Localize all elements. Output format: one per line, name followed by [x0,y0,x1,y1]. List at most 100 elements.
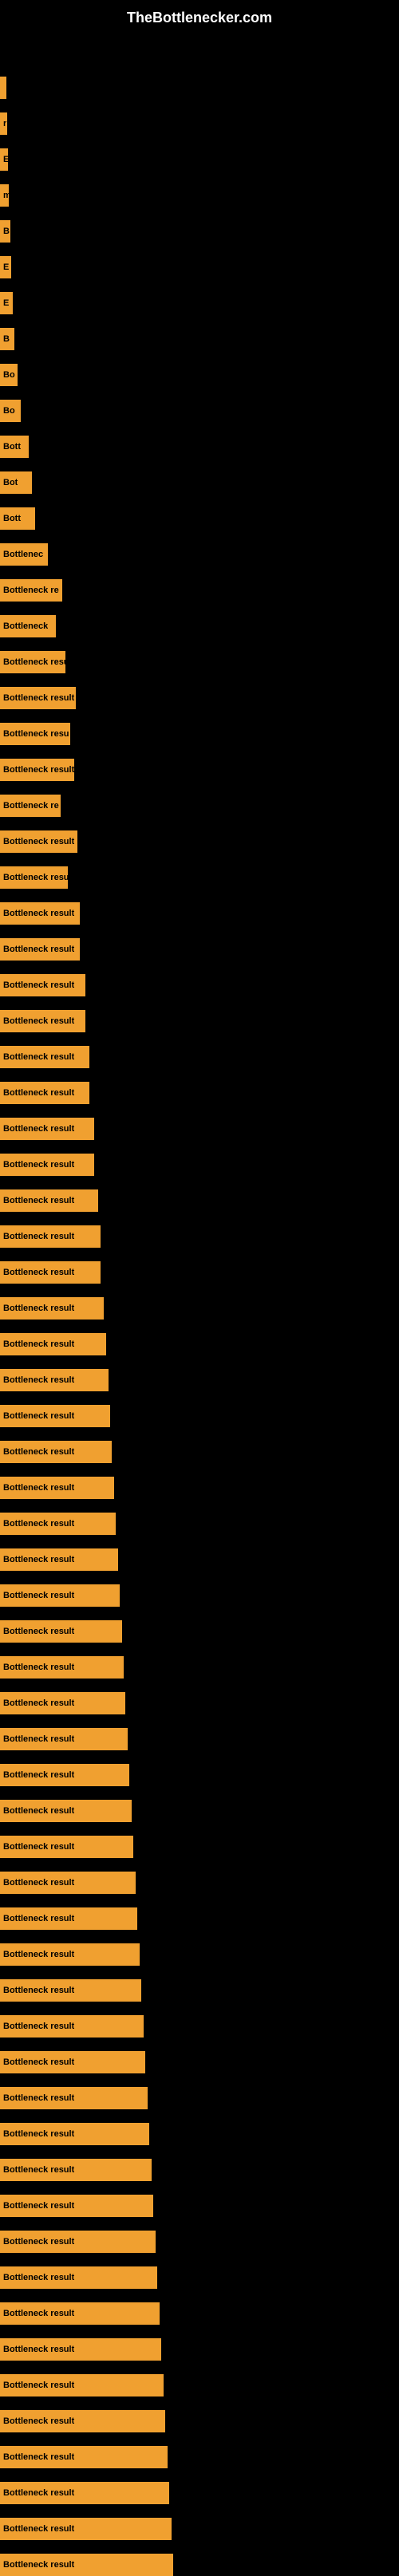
bar-label: Bottleneck result [3,1016,74,1026]
bar-label: Bottleneck result [3,837,74,846]
bar-item: Bottleneck re [0,795,61,817]
bar-label: Bottleneck resu [3,873,68,882]
bar-label: r [3,119,6,128]
bar-label: Bottleneck [3,621,48,631]
bar-item: Bottleneck result [0,1728,128,1750]
bar-label: Bottleneck result [3,1124,74,1134]
bar-label: Bottleneck result [3,2560,74,2570]
bar-label: Bottleneck result [3,1519,74,1529]
bar-item: Bottleneck re [0,579,62,602]
bar-item: Bottleneck result [0,759,74,781]
bar-item: Bottleneck result [0,687,76,709]
bar-item: Bottleneck resu [0,866,68,889]
bar-item: Bottleneck result [0,1548,118,1571]
bar-label: Bottleneck result [3,765,74,775]
bar-label: Bottleneck result [3,1375,74,1385]
bar-item: Bottleneck result [0,1943,140,1966]
bar-item: Bottleneck result [0,2410,165,2432]
bar-label: Bottleneck result [3,1950,74,1959]
bar-label: Bottleneck result [3,1698,74,1708]
bar-label: Bottleneck result [3,1196,74,1205]
bar-label: Bo [3,406,15,416]
bar-label: Bottleneck result [3,1304,74,1313]
bar-item: Bo [0,400,21,422]
bar-item: Bottleneck [0,615,56,637]
bar-label: Bottleneck result [3,1986,74,1995]
bar-item: Bottleneck result [0,902,80,925]
bar-label: Bottleneck re [3,586,59,595]
bar-label: Bottleneck re [3,801,59,811]
bar-item: Bottleneck result [0,2231,156,2253]
bar-item: Bottleneck result [0,1692,125,1714]
bar-item: Bottleneck result [0,2338,161,2361]
bar-item: Bottleneck result [0,2015,144,2038]
site-title: TheBottlenecker.com [0,0,399,33]
bar-item: Bottleneck result [0,2302,160,2325]
bar-item: Bottleneck result [0,1441,112,1463]
bar-item: Bottleneck result [0,1010,85,1032]
bar-item: Bottleneck result [0,2087,148,2109]
bar-label: Bottlenec [3,550,43,559]
bar-item: Bottleneck result [0,1477,114,1499]
bar-item: Bottleneck result [0,1369,109,1391]
bar-label: Bottleneck result [3,2093,74,2103]
bar-label: Bottleneck result [3,1770,74,1780]
bar-item: E [0,256,11,278]
bar-item: Bottleneck result [0,1800,132,1822]
bar-label: Bottleneck result [3,1088,74,1098]
bar-item: m [0,184,9,207]
bar-item: Bottleneck result [0,1297,104,1320]
bar-label: Bottleneck result [3,2201,74,2211]
bar-item: Bottleneck result [0,1620,122,1643]
bar-item: Bottleneck result [0,1872,136,1894]
bar-label: Bo [3,370,15,380]
bar-item: Bottleneck result [0,2554,173,2576]
bar-item: Bott [0,436,29,458]
bar-item: Bottleneck resu [0,651,65,673]
bar-item: Bottleneck result [0,2266,157,2289]
bar-label: Bottleneck result [3,1555,74,1564]
bar-item: Bottleneck result [0,2482,169,2504]
bar-label: Bottleneck result [3,1411,74,1421]
bar-item: Bottleneck result [0,1405,110,1427]
bar-item: Bottleneck resu [0,723,70,745]
bar-item: Bottleneck result [0,938,80,961]
bar-label: Bott [3,514,21,523]
bar-item: E [0,292,13,314]
bar-item: Bottleneck result [0,2195,153,2217]
bar-item [0,77,6,99]
bar-label: Bottleneck result [3,945,74,954]
bar-item: Bottleneck result [0,1764,129,1786]
bar-item: Bo [0,364,18,386]
bar-label: Bottleneck result [3,2165,74,2175]
bar-item: Bottleneck result [0,974,85,996]
bar-label: Bottleneck result [3,1842,74,1852]
bar-label: Bottleneck result [3,693,74,703]
bar-label: Bottleneck result [3,2452,74,2462]
bar-item: B [0,220,10,243]
bar-item: Bottleneck result [0,830,77,853]
bar-label: Bottleneck result [3,2057,74,2067]
bar-item: Bottleneck result [0,1584,120,1607]
bar-item: Bottleneck result [0,1154,94,1176]
bar-item: B [0,328,14,350]
bar-item: Bottleneck result [0,2374,164,2397]
bar-item: Bottleneck result [0,1189,98,1212]
bar-item: Bottleneck result [0,2159,152,2181]
bar-label: Bottleneck result [3,1627,74,1636]
bar-label: Bottleneck result [3,1914,74,1923]
bar-label: Bottleneck result [3,2381,74,2390]
bar-label: Bottleneck result [3,909,74,918]
bar-label: Bottleneck resu [3,729,69,739]
bar-label: Bottleneck result [3,1734,74,1744]
bar-item: Bottleneck result [0,2518,172,2540]
bar-label: Bottleneck result [3,2488,74,2498]
bar-label: B [3,334,10,344]
bar-label: Bottleneck result [3,1232,74,1241]
bar-item: Bottleneck result [0,1333,106,1355]
bar-label: E [3,155,8,164]
bar-label: Bottleneck result [3,1591,74,1600]
bar-item: Bot [0,471,32,494]
bar-item: Bottleneck result [0,1225,101,1248]
bar-label: Bot [3,478,18,487]
